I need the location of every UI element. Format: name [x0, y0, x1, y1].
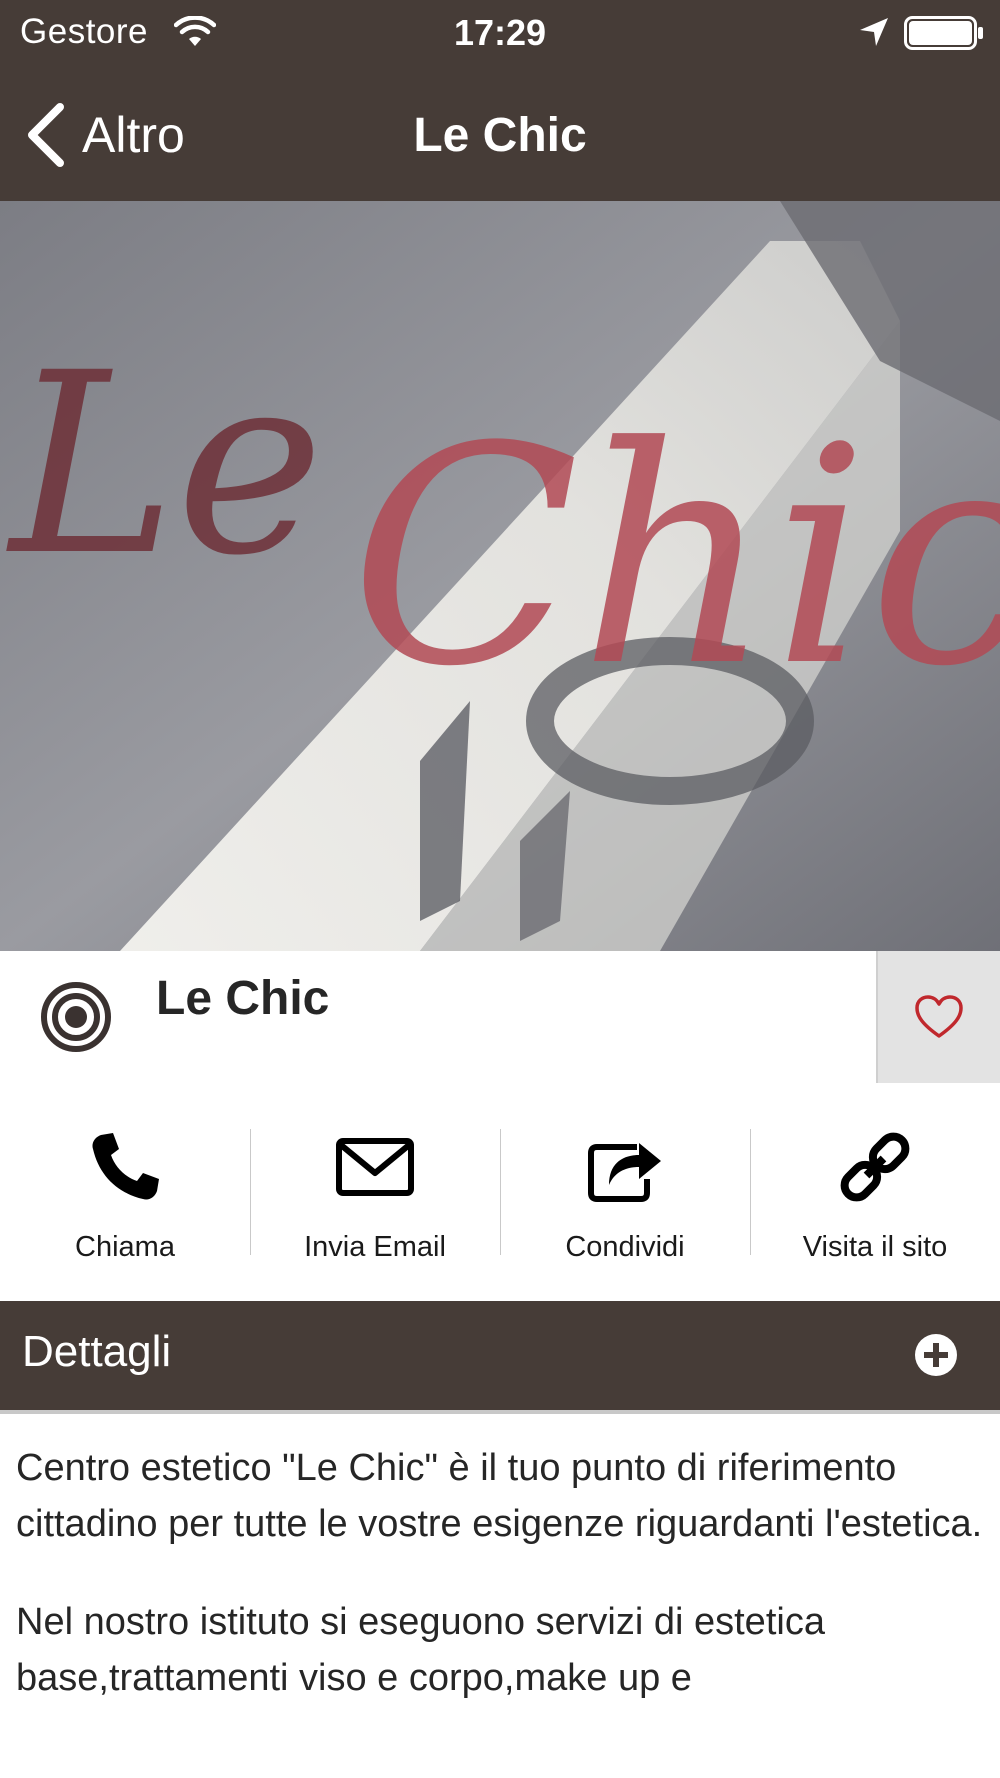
details-description: Centro estetico "Le Chic" è il tuo punto… — [16, 1440, 986, 1748]
details-section-header[interactable]: Dettagli — [0, 1301, 1000, 1410]
website-label: Visita il sito — [802, 1231, 948, 1263]
target-icon — [41, 982, 111, 1052]
hero-photo: Le Chic — [0, 201, 1000, 951]
heart-icon — [915, 995, 963, 1038]
call-button[interactable]: Chiama — [0, 1083, 250, 1301]
favorite-button[interactable] — [876, 951, 1000, 1083]
share-button[interactable]: Condividi — [500, 1083, 750, 1301]
phone-icon — [92, 1133, 159, 1200]
share-icon — [588, 1143, 661, 1202]
details-title: Dettagli — [22, 1327, 172, 1376]
page-title: Le Chic — [413, 109, 587, 162]
link-icon — [840, 1132, 910, 1202]
navigation-bar: Altro Le Chic — [0, 70, 1000, 201]
sign-text-chic: Chic — [350, 383, 1000, 732]
battery-icon — [904, 16, 983, 50]
website-button[interactable]: Visita il sito — [750, 1083, 1000, 1301]
status-time: 17:29 — [453, 12, 547, 53]
top-bar: Gestore 17:29 Altro Le Chic — [0, 0, 1000, 201]
call-label: Chiama — [75, 1231, 175, 1263]
email-button[interactable]: Invia Email — [250, 1083, 500, 1301]
sign-text-le: Le — [6, 319, 324, 610]
share-label: Condividi — [565, 1231, 685, 1263]
location-icon — [860, 18, 888, 46]
place-header: Le Chic — [0, 951, 1000, 1083]
email-label: Invia Email — [304, 1231, 446, 1263]
envelope-icon — [336, 1138, 414, 1196]
status-bar: Gestore 17:29 — [0, 0, 1000, 70]
hero-image: Le Chic — [0, 201, 1000, 951]
section-divider — [0, 1410, 1000, 1414]
action-bar: Chiama Invia Email Condividi Visita il s… — [0, 1083, 1000, 1301]
description-paragraph: Nel nostro istituto si eseguono servizi … — [16, 1601, 825, 1699]
description-paragraph: Centro estetico "Le Chic" è il tuo punto… — [16, 1447, 983, 1545]
place-name: Le Chic — [156, 972, 330, 1025]
plus-circle-icon[interactable] — [914, 1333, 958, 1377]
